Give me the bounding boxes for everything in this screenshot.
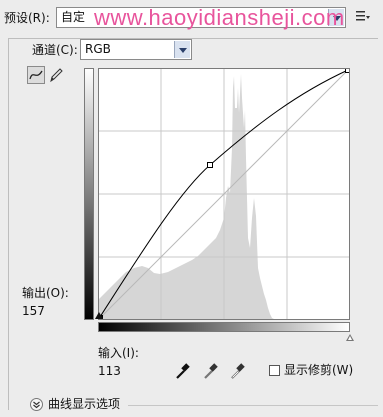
curve-display-options-divider <box>128 405 378 406</box>
curve-endpoint-white[interactable] <box>345 68 350 73</box>
group-top-line <box>8 38 378 39</box>
white-point-eyedropper-icon[interactable] <box>229 362 245 380</box>
curve-display-options-label[interactable]: 曲线显示选项 <box>48 397 120 411</box>
watermark: www.haoyidiansheji.com <box>94 5 345 30</box>
curve-control-point[interactable] <box>207 162 213 168</box>
show-clipping-label[interactable]: 显示修剪(W) <box>284 363 353 377</box>
input-label: 输入(I): <box>98 346 139 360</box>
black-point-slider[interactable] <box>95 312 103 319</box>
channel-label: 通道(C): <box>32 43 78 57</box>
curves-graph[interactable] <box>98 68 350 320</box>
white-point-slider-inner <box>347 336 352 340</box>
show-clipping-checkbox[interactable] <box>269 365 280 376</box>
curve-tool-icon[interactable] <box>27 66 45 84</box>
preset-value: 自定 <box>61 10 86 24</box>
black-point-eyedropper-icon[interactable] <box>174 362 190 380</box>
pencil-icon[interactable] <box>47 66 65 84</box>
group-left-line <box>8 38 9 410</box>
input-value[interactable]: 113 <box>98 364 121 378</box>
channel-value: RGB <box>85 42 111 56</box>
channel-select[interactable]: RGB <box>80 39 192 60</box>
preset-label: 预设(R): <box>4 11 50 25</box>
gray-point-eyedropper-icon[interactable] <box>202 362 218 380</box>
output-value[interactable]: 157 <box>22 304 45 318</box>
output-gradient-bar <box>84 68 94 320</box>
preset-options-icon[interactable] <box>355 10 371 24</box>
output-label: 输出(O): <box>22 286 69 300</box>
expand-chevron-icon[interactable] <box>30 398 43 411</box>
input-gradient-bar <box>98 322 350 332</box>
chevron-down-icon[interactable] <box>174 41 190 58</box>
